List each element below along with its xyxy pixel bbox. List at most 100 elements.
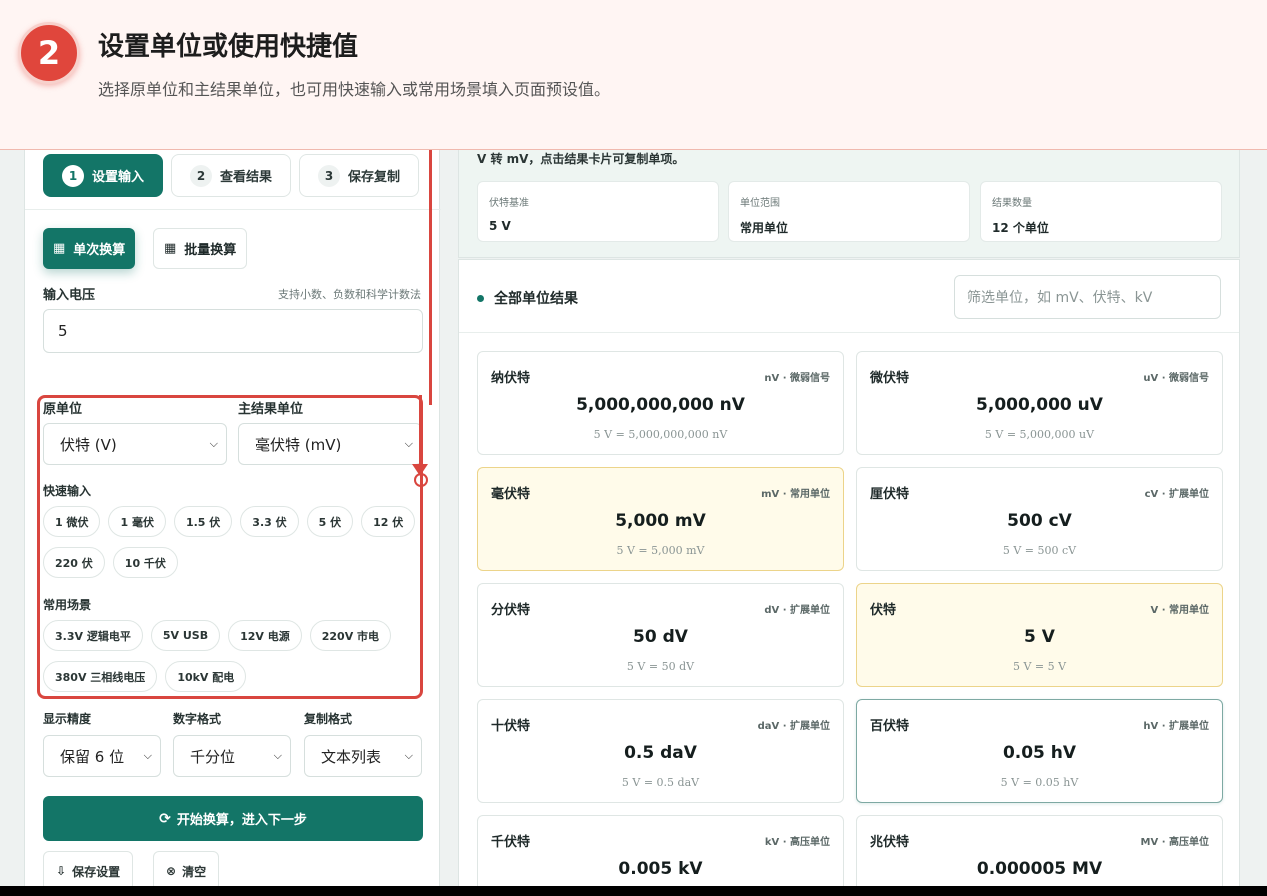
unit-equation: 5 V = 5,000 mV [616, 544, 705, 557]
run-conversion-button[interactable]: ⟳ 开始换算，进入下一步 [43, 796, 423, 841]
number-format-value: 千分位 [190, 747, 236, 766]
chevron-down-icon: ⌵ [143, 749, 152, 762]
tutorial-description: 选择原单位和主结果单位，也可用快速输入或常用场景填入页面预设值。 [98, 80, 611, 99]
save-settings-button[interactable]: ⇩ 保存设置 [43, 851, 134, 891]
voltage-label: 输入电压 [43, 288, 96, 303]
precision-label: 显示精度 [43, 712, 92, 726]
batch-mode-label: 批量换算 [184, 243, 237, 258]
refresh-icon: ⟳ [159, 810, 171, 827]
copy-format-select[interactable]: 文本列表 ⌵ [304, 735, 422, 777]
result-card[interactable]: 兆伏特 MV · 高压单位 0.000005 MV [856, 815, 1223, 896]
unit-tag: hV · 扩展单位 [1143, 721, 1209, 732]
tab-step-save[interactable]: 3 保存复制 [299, 154, 420, 197]
summary-note: V 转 mV，点击结果卡片可复制单项。 [477, 152, 685, 166]
unit-equation: 5 V = 5 V [1012, 660, 1067, 673]
unit-name: 厘伏特 [870, 487, 910, 502]
tab-label: 保存复制 [348, 170, 401, 185]
result-card[interactable]: 毫伏特 mV · 常用单位 5,000 mV 5 V = 5,000 mV [477, 467, 844, 571]
single-mode-button[interactable]: ▦ 单次换算 [43, 228, 136, 269]
table-icon: ▦ [164, 241, 177, 256]
close-circle-icon: ⊗ [166, 864, 177, 878]
result-card[interactable]: 纳伏特 nV · 微弱信号 5,000,000,000 nV 5 V = 5,0… [477, 351, 844, 455]
unit-tag: MV · 高压单位 [1140, 837, 1209, 848]
tutorial-pointer-line [419, 395, 422, 468]
clear-button[interactable]: ⊗ 清空 [153, 851, 220, 891]
tutorial-pointer-line [429, 135, 432, 405]
stat-card: 单位范围 常用单位 [728, 181, 970, 242]
result-card[interactable]: 厘伏特 cV · 扩展单位 500 cV 5 V = 500 cV [856, 467, 1223, 571]
number-format-select[interactable]: 千分位 ⌵ [173, 735, 291, 777]
unit-tag: uV · 微弱信号 [1143, 373, 1209, 384]
voltage-input[interactable]: 5 [43, 309, 423, 353]
unit-value: 5,000 mV [615, 511, 706, 531]
stat-card: 伏特基准 5 V [477, 181, 719, 242]
unit-tag: daV · 扩展单位 [757, 721, 830, 732]
result-card[interactable]: 百伏特 hV · 扩展单位 0.05 hV 5 V = 0.05 hV [856, 699, 1223, 803]
unit-value: 0.05 hV [1002, 743, 1077, 763]
unit-name: 百伏特 [870, 719, 910, 734]
unit-name: 纳伏特 [491, 371, 531, 386]
screen-bottom-edge [0, 886, 1267, 896]
chevron-down-icon: ⌵ [404, 749, 413, 762]
unit-tag: kV · 高压单位 [764, 837, 830, 848]
unit-value: 500 cV [1007, 511, 1072, 531]
summary-box: V 转 mV，点击结果卡片可复制单项。 伏特基准 5 V 单位范围 常用单位 结… [458, 140, 1240, 258]
step-tabs: 1 设置输入 2 查看结果 3 保存复制 [43, 154, 420, 197]
run-label: 开始换算，进入下一步 [176, 813, 307, 828]
download-icon: ⇩ [56, 864, 67, 878]
unit-name: 十伏特 [491, 719, 531, 734]
filter-input[interactable]: 筛选单位，如 mV、伏特、kV [954, 275, 1221, 319]
precision-select[interactable]: 保留 6 位 ⌵ [43, 735, 161, 777]
unit-value: 50 dV [633, 627, 688, 647]
tutorial-highlight [37, 395, 423, 699]
single-mode-label: 单次换算 [73, 243, 126, 258]
unit-value: 5,000,000 uV [976, 395, 1103, 415]
result-card[interactable]: 千伏特 kV · 高压单位 0.005 kV [477, 815, 844, 896]
step-number: 3 [318, 164, 341, 187]
tab-label: 设置输入 [92, 170, 145, 185]
results-list: 全部单位结果 筛选单位，如 mV、伏特、kV 纳伏特 nV · 微弱信号 5,0… [458, 259, 1240, 896]
unit-tag: mV · 常用单位 [761, 489, 830, 500]
results-panel: V 转 mV，点击结果卡片可复制单项。 伏特基准 5 V 单位范围 常用单位 结… [458, 140, 1240, 896]
results-header: 全部单位结果 筛选单位，如 mV、伏特、kV [459, 260, 1239, 333]
tab-step-input[interactable]: 1 设置输入 [43, 154, 164, 197]
tab-step-results[interactable]: 2 查看结果 [171, 154, 292, 197]
unit-name: 微伏特 [870, 371, 910, 386]
unit-value: 0.000005 MV [976, 859, 1103, 879]
clear-label: 清空 [182, 864, 207, 879]
unit-tag: dV · 扩展单位 [764, 605, 830, 616]
result-card[interactable]: 微伏特 uV · 微弱信号 5,000,000 uV 5 V = 5,000,0… [856, 351, 1223, 455]
result-card[interactable]: 分伏特 dV · 扩展单位 50 dV 5 V = 50 dV [477, 583, 844, 687]
stat-value: 常用单位 [740, 221, 789, 235]
unit-value: 5,000,000,000 nV [576, 395, 745, 415]
stat-key: 单位范围 [740, 198, 780, 209]
tutorial-title: 设置单位或使用快捷值 [98, 32, 359, 62]
unit-name: 伏特 [870, 603, 897, 618]
unit-value: 0.005 kV [618, 859, 703, 879]
unit-tag: nV · 微弱信号 [764, 373, 830, 384]
unit-name: 毫伏特 [491, 487, 531, 502]
save-label: 保存设置 [72, 864, 121, 879]
step-badge: 2 [18, 22, 80, 84]
unit-value: 5 V [1024, 627, 1055, 647]
unit-tag: cV · 扩展单位 [1144, 489, 1209, 500]
bullet-icon [477, 294, 484, 302]
pointer-dot-icon [414, 473, 428, 487]
stat-card: 结果数量 12 个单位 [980, 181, 1222, 242]
unit-equation: 5 V = 5,000,000,000 nV [593, 428, 728, 441]
unit-value: 0.5 daV [624, 743, 697, 763]
results-title-text: 全部单位结果 [494, 291, 578, 307]
unit-equation: 5 V = 50 dV [626, 660, 695, 673]
batch-mode-button[interactable]: ▦ 批量换算 [153, 228, 248, 269]
results-title: 全部单位结果 [477, 288, 578, 308]
unit-name: 千伏特 [491, 835, 531, 850]
unit-equation: 5 V = 0.5 daV [621, 776, 700, 789]
unit-equation: 5 V = 5,000,000 uV [984, 428, 1095, 441]
voltage-hint: 支持小数、负数和科学计数法 [278, 288, 421, 301]
calculator-icon: ▦ [53, 241, 66, 256]
stat-value: 5 V [489, 219, 511, 233]
result-card[interactable]: 十伏特 daV · 扩展单位 0.5 daV 5 V = 0.5 daV [477, 699, 844, 803]
step-number: 1 [62, 164, 84, 187]
unit-name: 兆伏特 [870, 835, 910, 850]
result-card[interactable]: 伏特 V · 常用单位 5 V 5 V = 5 V [856, 583, 1223, 687]
